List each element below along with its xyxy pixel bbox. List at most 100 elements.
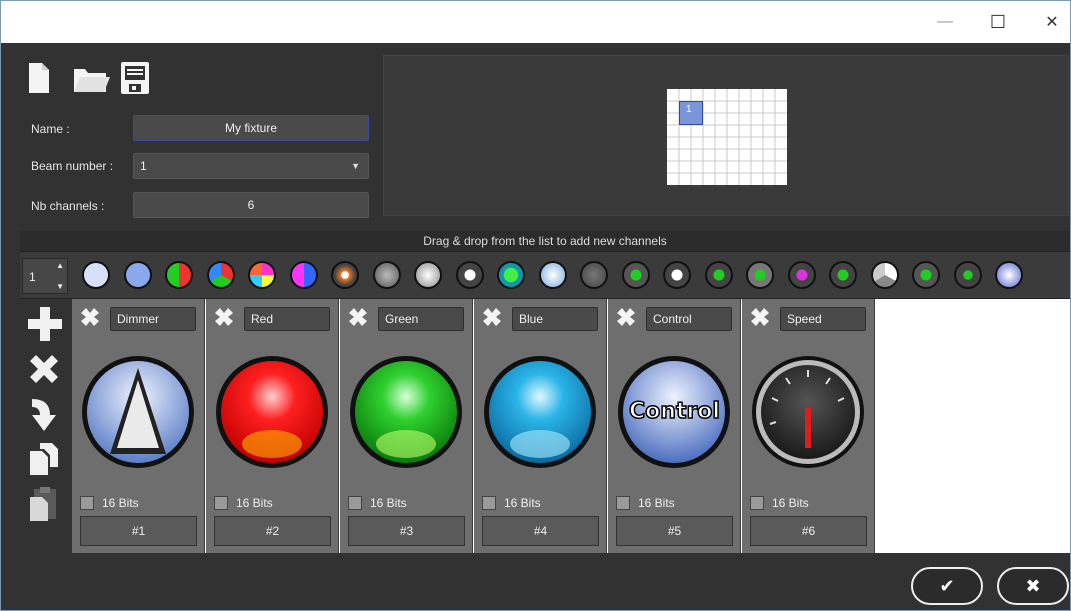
delete-channel-icon[interactable] [748,305,772,329]
16-bits-checkbox[interactable] [616,496,630,510]
channel-name-input[interactable]: Blue [512,307,598,331]
pan-icon[interactable] [912,261,940,289]
name-label: Name : [31,122,70,136]
cancel-icon: ✖ [1025,575,1041,597]
gobo-color-icon[interactable] [829,261,857,289]
gobo-hash-icon[interactable] [704,261,733,289]
prism-icon[interactable] [870,261,899,289]
channel-list: Dimmer 16 Bits #1 Red 16 Bits #2 Green 1… [72,299,1070,553]
open-folder-icon[interactable] [72,61,110,95]
beam-grid[interactable]: 1 [667,89,787,185]
gobo-ring-icon[interactable] [580,261,608,289]
zoom-icon[interactable] [538,261,567,289]
delete-channel-icon[interactable] [212,305,236,329]
strobe-icon[interactable] [414,261,442,289]
minimize-icon: — [937,13,953,30]
green-blob-icon[interactable] [497,261,525,289]
channel-card-speed[interactable]: Speed 16 Bits #6 [742,299,875,553]
spinner-down-icon[interactable]: ▼ [56,282,64,291]
16-bits-label: 16 Bits [772,496,809,510]
16-bits-label: 16 Bits [638,496,675,510]
channel-card-control[interactable]: Control Control 16 Bits #5 [608,299,741,553]
add-channel-icon[interactable] [26,305,64,343]
channel-card-red[interactable]: Red 16 Bits #2 [206,299,339,553]
channel-card-green[interactable]: Green 16 Bits #3 [340,299,473,553]
move-channel-icon[interactable] [28,395,60,433]
dimmer-alt-icon[interactable] [123,261,152,289]
16-bits-label: 16 Bits [236,496,273,510]
copy-channel-icon[interactable] [28,441,60,477]
maximize-icon: ☐ [989,11,1007,32]
delete-channel-icon[interactable] [614,305,638,329]
minimize-button[interactable]: — [922,1,968,43]
rgb-icon[interactable] [206,261,235,289]
channel-name-input[interactable]: Control [646,307,732,331]
16-bits-checkbox[interactable] [750,496,764,510]
save-disk-icon[interactable] [120,61,150,95]
delete-channel-icon[interactable] [78,305,102,329]
gobo-dots-icon[interactable] [787,261,816,289]
beam-number-value: 1 [140,159,147,173]
palette-page-spinner[interactable]: 1 ▲ ▼ [22,258,68,294]
help-icon[interactable] [995,261,1023,289]
color-wheel-icon[interactable] [248,261,276,289]
shutter-icon[interactable] [455,261,484,289]
pan-tilt-icon[interactable] [289,261,318,289]
gobo-arrow-icon[interactable] [746,261,774,289]
maximize-button[interactable]: ☐ [975,1,1021,43]
dimmer-icon[interactable] [82,261,110,289]
beam-cell-1[interactable]: 1 [679,101,703,125]
channel-name-input[interactable]: Red [244,307,330,331]
beam-number-select[interactable]: 1 ▼ [133,153,369,179]
paste-channel-icon[interactable] [28,485,60,523]
red-orb-icon [216,356,328,468]
delete-channel-icon[interactable] [346,305,370,329]
blue-orb-icon [484,356,596,468]
channel-name-input[interactable]: Green [378,307,464,331]
remove-channel-icon[interactable] [26,351,62,387]
channel-name-input[interactable]: Dimmer [110,307,196,331]
speed-orb-icon [752,356,864,468]
channel-card-dimmer[interactable]: Dimmer 16 Bits #1 [72,299,205,553]
drag-drop-hint: Drag & drop from the list to add new cha… [20,231,1070,251]
16-bits-label: 16 Bits [504,496,541,510]
close-button[interactable]: ✕ [1029,1,1071,43]
name-input[interactable]: My fixture [133,115,369,141]
channel-number-field[interactable]: #5 [616,516,733,546]
channel-number-field[interactable]: #1 [80,516,197,546]
channel-number-field[interactable]: #6 [750,516,867,546]
hash-icon[interactable] [953,261,982,289]
ok-button[interactable]: ✔ [911,567,983,605]
channel-card-blue[interactable]: Blue 16 Bits #4 [474,299,607,553]
close-icon: ✕ [1045,14,1059,31]
16-bits-checkbox[interactable] [80,496,94,510]
chevron-down-icon: ▼ [351,161,360,171]
channel-number-field[interactable]: #2 [214,516,331,546]
16-bits-checkbox[interactable] [482,496,496,510]
gobo-rotate-icon[interactable] [663,261,691,289]
16-bits-label: 16 Bits [370,496,407,510]
check-icon: ✔ [939,575,955,597]
16-bits-checkbox[interactable] [214,496,228,510]
channel-number-field[interactable]: #3 [348,516,465,546]
speed-gauge-icon[interactable] [372,261,401,289]
cancel-button[interactable]: ✖ [997,567,1069,605]
nb-channels-input[interactable]: 6 [133,192,369,218]
channel-name-input[interactable]: Speed [780,307,866,331]
new-file-icon[interactable] [27,61,51,95]
gobo-dimmer-icon[interactable] [331,261,359,289]
gobo-green-icon[interactable] [621,261,650,289]
spinner-up-icon[interactable]: ▲ [56,261,64,270]
main-area: Name : My fixture Beam number : 1 ▼ Nb c… [1,43,1070,610]
title-bar: — ☐ ✕ [1,1,1070,43]
delete-channel-icon[interactable] [480,305,504,329]
beam-number-label: Beam number : [31,159,114,173]
16-bits-checkbox[interactable] [348,496,362,510]
fixture-editor-window: — ☐ ✕ Name : My fixture Beam number : 1 … [0,0,1071,611]
channel-palette: 1 ▲ ▼ [20,251,1070,299]
channel-number-field[interactable]: #4 [482,516,599,546]
green-orb-icon [350,356,462,468]
spinner-value: 1 [29,270,36,284]
channel-tools [20,299,72,553]
red-green-icon[interactable] [165,261,193,289]
